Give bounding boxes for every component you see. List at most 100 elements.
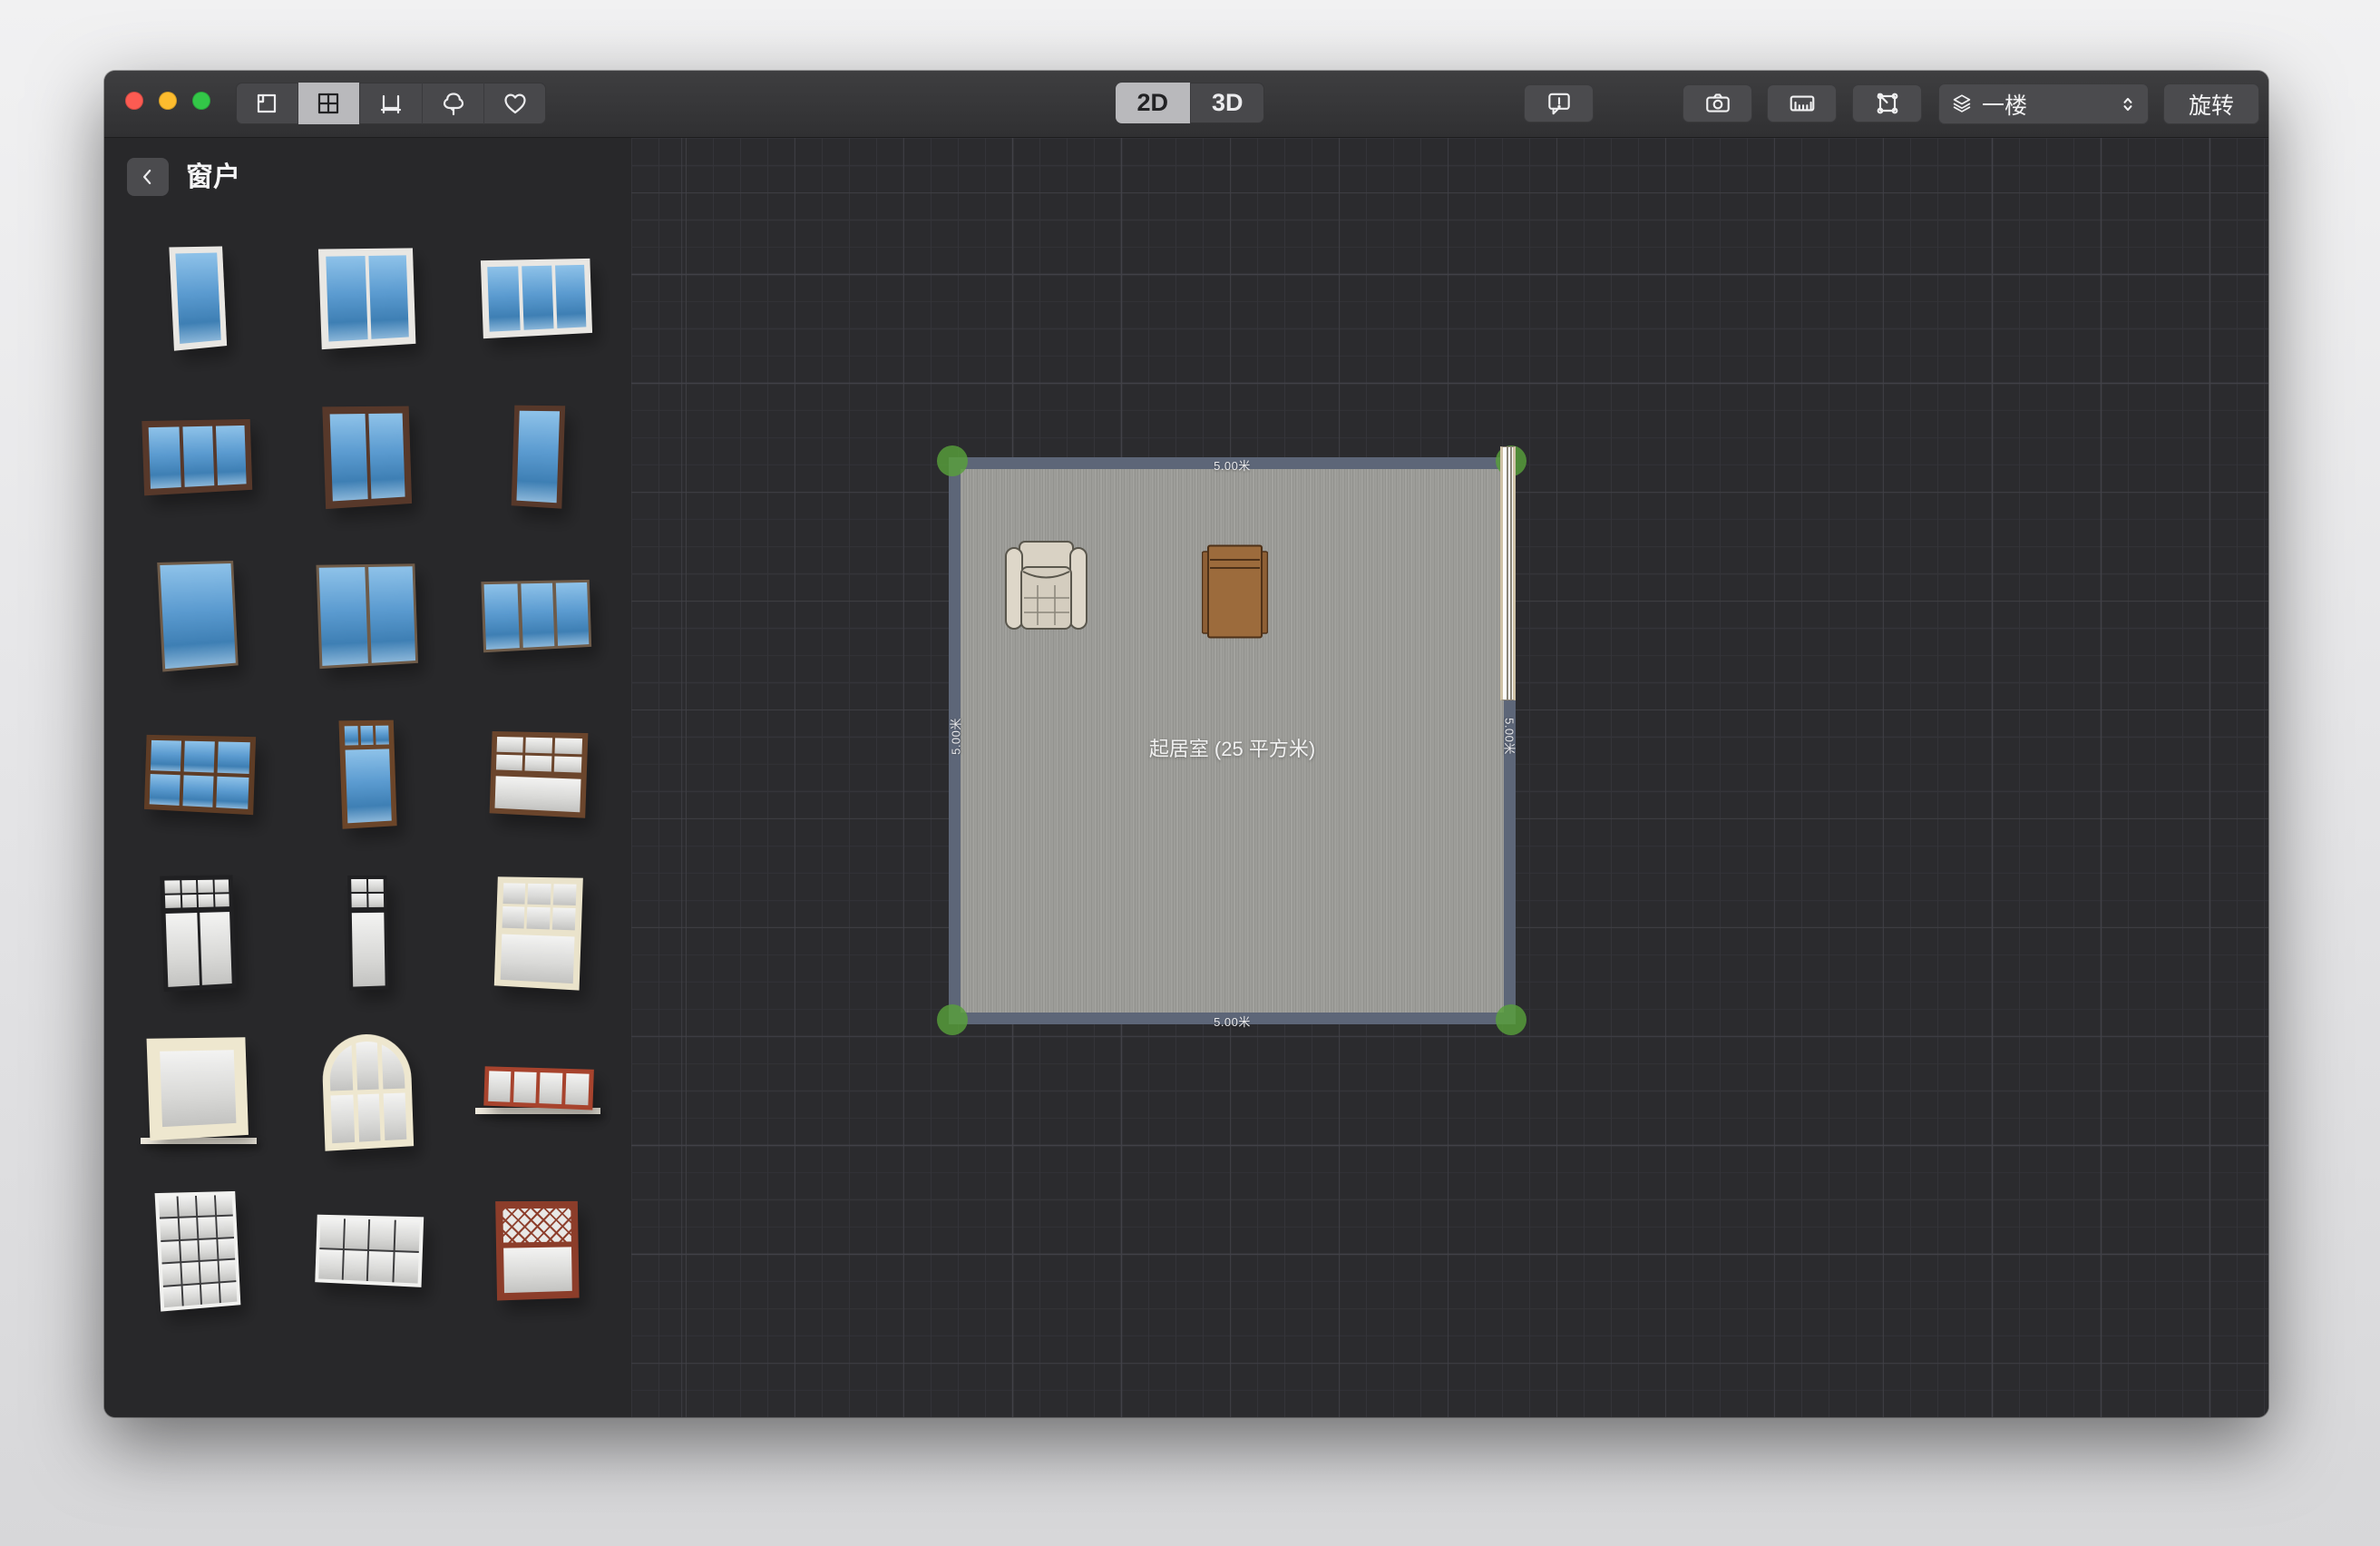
catalog-item-white-grid-window[interactable] <box>113 1170 283 1329</box>
window-thumbnail <box>154 1190 240 1311</box>
glass-pane <box>183 740 215 772</box>
glass-pane <box>368 894 384 906</box>
window-thumbnail <box>489 730 588 817</box>
floorplan-canvas[interactable]: 5.00米 5.00米 5.00米 5.00米 <box>631 138 2268 1417</box>
glass-pane <box>556 582 589 645</box>
glass-pane <box>182 426 214 486</box>
glass-pane <box>175 252 220 344</box>
glass-pane <box>526 907 550 929</box>
catalog-item-white-double-casement[interactable] <box>283 218 453 377</box>
glass-pane <box>343 1250 367 1281</box>
window-thumbnail <box>347 875 388 990</box>
glass-pane <box>552 884 576 905</box>
catalog-item-leaded-diamond-window[interactable] <box>453 1170 622 1329</box>
glass-pane <box>351 912 385 986</box>
catalog-item-dark-triple-casement[interactable] <box>113 377 283 535</box>
glass-pane <box>483 583 519 650</box>
catalog-item-white-single-casement[interactable] <box>113 218 283 377</box>
zoom-button[interactable] <box>192 92 210 110</box>
glass-pane <box>500 934 574 983</box>
catalog-item-dark-double-casement[interactable] <box>283 377 453 535</box>
glass-pane <box>554 738 582 754</box>
edit-shape-button[interactable] <box>1852 84 1922 122</box>
tab-favorites[interactable] <box>484 83 546 124</box>
glass-pane <box>214 894 229 906</box>
catalog-item-cream-double-hung-window[interactable] <box>453 853 622 1012</box>
close-button[interactable] <box>125 92 143 110</box>
glass-pane <box>527 883 551 905</box>
catalog-item-white-triple-casement[interactable] <box>453 218 622 377</box>
glass-pane <box>496 736 522 751</box>
category-segmented-control <box>236 83 546 124</box>
snapshot-button[interactable] <box>1683 84 1752 122</box>
catalog-item-double-sliding-window[interactable] <box>283 535 453 694</box>
window-icon <box>315 90 342 117</box>
tab-floorplan[interactable] <box>236 83 298 124</box>
catalog-grid <box>113 218 622 1329</box>
feedback-button[interactable] <box>1524 84 1594 122</box>
glass-pane <box>181 895 197 908</box>
window-thumbnail <box>322 406 412 508</box>
glass-pane <box>180 880 196 893</box>
window-thumbnail <box>169 246 227 350</box>
catalog-sidebar: 窗户 <box>104 138 631 1417</box>
wall-window-symbol[interactable] <box>1500 446 1516 700</box>
window-thumbnail <box>143 734 255 814</box>
room-label: 起居室 (25 平方米) <box>949 733 1516 762</box>
glass-pane <box>368 255 408 338</box>
tab-plants[interactable] <box>423 83 485 124</box>
glass-pane <box>393 1252 418 1284</box>
measure-button[interactable] <box>1767 84 1837 122</box>
catalog-item-cream-picture-window[interactable] <box>113 1012 283 1170</box>
window-thumbnail <box>315 1214 424 1287</box>
glass-pane <box>216 1216 233 1237</box>
glass-pane <box>160 1050 236 1127</box>
glass-pane <box>219 1281 237 1302</box>
glass-pane <box>351 894 366 907</box>
glass-pane <box>367 878 383 891</box>
catalog-item-triple-sliding-window[interactable] <box>453 535 622 694</box>
app-window: 2D3D 一楼 旋转 窗户 <box>104 71 2268 1417</box>
catalog-item-fixed-picture-window[interactable] <box>113 535 283 694</box>
glass-pane <box>328 1042 352 1091</box>
catalog-item-white-wide-grid-window[interactable] <box>283 1170 453 1329</box>
glass-pane <box>198 894 213 906</box>
tab-windows[interactable] <box>298 83 361 124</box>
armchair[interactable] <box>1004 540 1088 632</box>
view-toggle-3d[interactable]: 3D <box>1191 83 1265 123</box>
glass-pane <box>368 413 405 498</box>
back-button[interactable] <box>127 158 169 196</box>
window-glass-line <box>1507 447 1508 700</box>
glass-pane <box>553 756 581 772</box>
glass-pane <box>200 1283 219 1305</box>
glass-pane <box>495 754 522 770</box>
ruler-icon <box>1788 89 1817 118</box>
glass-pane <box>196 1195 214 1216</box>
catalog-item-grille-triple-window[interactable] <box>113 694 283 853</box>
sidebar-title: 窗户 <box>186 160 240 196</box>
glass-pane <box>521 582 555 647</box>
room[interactable]: 5.00米 5.00米 5.00米 5.00米 <box>949 457 1516 1024</box>
glass-pane <box>383 1092 405 1140</box>
minimize-button[interactable] <box>159 92 177 110</box>
glass-pane <box>503 1247 572 1293</box>
floor-selector[interactable]: 一楼 <box>1938 83 2149 124</box>
catalog-item-transom-window[interactable] <box>283 694 453 853</box>
glass-pane <box>329 414 367 501</box>
glass-pane <box>162 1286 180 1307</box>
catalog-item-double-hung-grid-window[interactable] <box>453 694 622 853</box>
glass-pane <box>376 725 389 744</box>
view-toggle-2d[interactable]: 2D <box>1116 83 1191 123</box>
window-thumbnail <box>160 875 236 992</box>
catalog-item-tall-single-gridtop-window[interactable] <box>283 853 453 1012</box>
window-thumbnail <box>480 258 591 338</box>
rotate-button[interactable]: 旋转 <box>2163 83 2259 124</box>
window-thumbnail <box>493 876 582 990</box>
tab-furniture[interactable] <box>360 83 423 124</box>
glass-pane <box>494 776 580 812</box>
catalog-item-cream-arched-window[interactable] <box>283 1012 453 1170</box>
catalog-item-red-transom-strip-window[interactable] <box>453 1012 622 1170</box>
brown-chair[interactable] <box>1202 544 1268 640</box>
catalog-item-tall-double-gridtop-window[interactable] <box>113 853 283 1012</box>
catalog-item-dark-single-casement[interactable] <box>453 377 622 535</box>
